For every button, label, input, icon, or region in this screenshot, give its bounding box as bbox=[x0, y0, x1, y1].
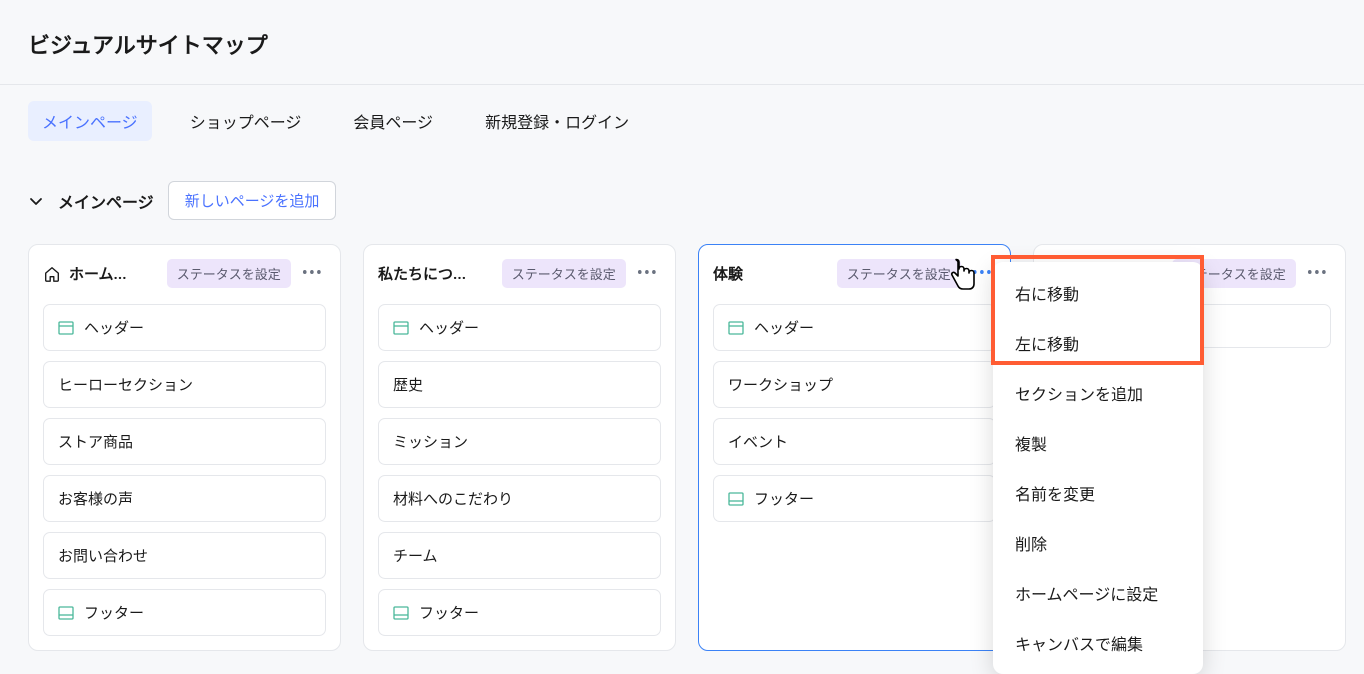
header-section-icon bbox=[728, 320, 744, 336]
card-header: 体験 ステータスを設定 ••• bbox=[713, 259, 996, 288]
tabs-container: メインページ ショップページ 会員ページ 新規登録・ログイン bbox=[24, 101, 1340, 141]
card-title: 体験 bbox=[713, 263, 829, 284]
tab-main-page[interactable]: メインページ bbox=[28, 101, 152, 141]
card-item-event[interactable]: イベント bbox=[713, 418, 996, 465]
card-item-materials[interactable]: 材料へのこだわり bbox=[378, 475, 661, 522]
card-item-label: イベント bbox=[728, 431, 788, 452]
divider bbox=[0, 84, 1364, 85]
card-item-label: ヘッダー bbox=[754, 317, 814, 338]
menu-item-delete[interactable]: 削除 bbox=[993, 518, 1203, 568]
card-item-header[interactable]: ヘッダー bbox=[378, 304, 661, 351]
card-item-label: ワークショップ bbox=[728, 374, 833, 395]
sitemap-card-experience: 体験 ステータスを設定 ••• ヘッダー ワークショップ イベント bbox=[698, 244, 1011, 651]
footer-section-icon bbox=[393, 605, 409, 621]
status-badge[interactable]: ステータスを設定 bbox=[502, 259, 626, 288]
card-item-header[interactable]: ヘッダー bbox=[713, 304, 996, 351]
card-item-workshop[interactable]: ワークショップ bbox=[713, 361, 996, 408]
card-item-label: お問い合わせ bbox=[58, 545, 148, 566]
card-header: 私たちにつ... ステータスを設定 ••• bbox=[378, 259, 661, 288]
footer-section-icon bbox=[728, 491, 744, 507]
card-title: 私たちにつ... bbox=[378, 263, 494, 284]
status-badge[interactable]: ステータスを設定 bbox=[837, 259, 961, 288]
card-item-label: ヒーローセクション bbox=[58, 374, 193, 395]
footer-section-icon bbox=[58, 605, 74, 621]
more-icon[interactable]: ••• bbox=[634, 265, 661, 283]
card-items: ヘッダー 歴史 ミッション 材料へのこだわり チーム bbox=[378, 304, 661, 636]
sitemap-card-home: ホーム... ステータスを設定 ••• ヘッダー ヒーローセクション ストア商品 bbox=[28, 244, 341, 651]
home-icon bbox=[43, 265, 61, 283]
menu-item-rename[interactable]: 名前を変更 bbox=[993, 468, 1203, 518]
header-section-icon bbox=[393, 320, 409, 336]
add-page-button[interactable]: 新しいページを追加 bbox=[168, 181, 337, 220]
card-item-label: ストア商品 bbox=[58, 431, 133, 452]
card-item-header[interactable]: ヘッダー bbox=[43, 304, 326, 351]
card-item-store[interactable]: ストア商品 bbox=[43, 418, 326, 465]
card-item-label: 材料へのこだわり bbox=[393, 488, 513, 509]
header-section-icon bbox=[58, 320, 74, 336]
card-header: ホーム... ステータスを設定 ••• bbox=[43, 259, 326, 288]
card-item-footer[interactable]: フッター bbox=[713, 475, 996, 522]
card-item-label: チーム bbox=[393, 545, 438, 566]
card-item-team[interactable]: チーム bbox=[378, 532, 661, 579]
card-item-history[interactable]: 歴史 bbox=[378, 361, 661, 408]
status-badge[interactable]: ステータスを設定 bbox=[167, 259, 291, 288]
section-title: メインページ bbox=[58, 189, 154, 213]
card-item-label: 歴史 bbox=[393, 374, 423, 395]
card-title: ホーム... bbox=[69, 263, 159, 284]
sitemap-card-about: 私たちにつ... ステータスを設定 ••• ヘッダー 歴史 ミッション bbox=[363, 244, 676, 651]
chevron-down-icon[interactable] bbox=[28, 193, 44, 209]
card-item-label: フッター bbox=[84, 602, 144, 623]
card-item-label: ヘッダー bbox=[84, 317, 144, 338]
context-menu: 右に移動 左に移動 セクションを追加 複製 名前を変更 削除 ホームページに設定… bbox=[993, 262, 1203, 674]
section-header: メインページ 新しいページを追加 bbox=[24, 181, 1340, 220]
card-item-label: ミッション bbox=[393, 431, 468, 452]
menu-item-add-section[interactable]: セクションを追加 bbox=[993, 368, 1203, 418]
card-item-label: フッター bbox=[419, 602, 479, 623]
card-item-testimonials[interactable]: お客様の声 bbox=[43, 475, 326, 522]
menu-item-move-right[interactable]: 右に移動 bbox=[993, 268, 1203, 318]
menu-item-edit-canvas[interactable]: キャンバスで編集 bbox=[993, 618, 1203, 668]
page-title: ビジュアルサイトマップ bbox=[24, 28, 1340, 60]
card-item-footer[interactable]: フッター bbox=[43, 589, 326, 636]
card-items: ヘッダー ヒーローセクション ストア商品 お客様の声 お問い合わせ bbox=[43, 304, 326, 636]
card-item-mission[interactable]: ミッション bbox=[378, 418, 661, 465]
card-item-footer[interactable]: フッター bbox=[378, 589, 661, 636]
tab-member-page[interactable]: 会員ページ bbox=[339, 101, 447, 141]
card-item-label: ヘッダー bbox=[419, 317, 479, 338]
more-icon[interactable]: ••• bbox=[969, 265, 996, 283]
card-items: ヘッダー ワークショップ イベント フッター bbox=[713, 304, 996, 522]
tab-register-login[interactable]: 新規登録・ログイン bbox=[471, 101, 643, 141]
more-icon[interactable]: ••• bbox=[299, 265, 326, 283]
menu-item-move-left[interactable]: 左に移動 bbox=[993, 318, 1203, 368]
card-item-label: フッター bbox=[754, 488, 814, 509]
menu-item-set-homepage[interactable]: ホームページに設定 bbox=[993, 568, 1203, 618]
menu-item-duplicate[interactable]: 複製 bbox=[993, 418, 1203, 468]
card-item-hero[interactable]: ヒーローセクション bbox=[43, 361, 326, 408]
card-item-contact[interactable]: お問い合わせ bbox=[43, 532, 326, 579]
more-icon[interactable]: ••• bbox=[1304, 265, 1331, 283]
tab-shop-page[interactable]: ショップページ bbox=[176, 101, 316, 141]
card-item-label: お客様の声 bbox=[58, 488, 133, 509]
